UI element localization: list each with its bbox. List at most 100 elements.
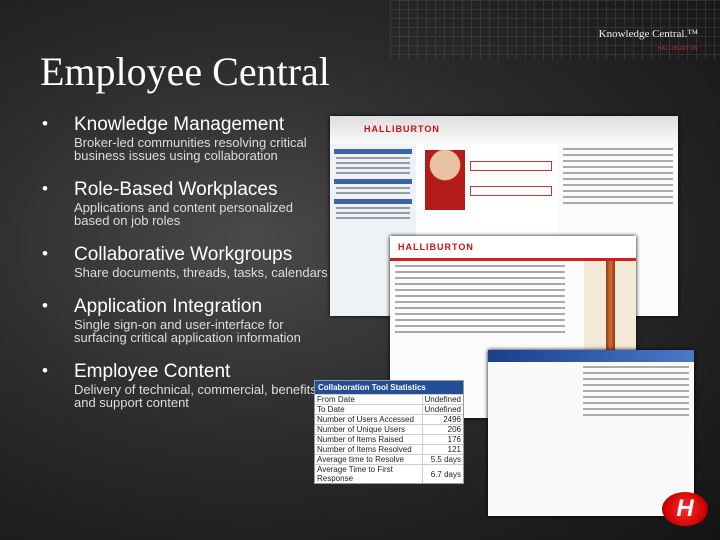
table-row: Average time to Resolve 5.5 days <box>315 454 463 465</box>
document-logo: HALLIBURTON <box>398 242 474 252</box>
collaboration-body <box>488 366 694 416</box>
text-line <box>336 157 410 159</box>
halliburton-logo-icon: H <box>662 492 708 526</box>
stats-caption: Collaboration Tool Statistics <box>315 381 463 394</box>
text-line <box>336 212 410 214</box>
document-header: HALLIBURTON <box>390 236 636 261</box>
table-row: Number of Users Accessed 2496 <box>315 414 463 425</box>
bullet-item: Application Integration Single sign-on a… <box>40 296 330 344</box>
bullet-item: Knowledge Management Broker-led communit… <box>40 114 330 162</box>
stat-value: 6.7 days <box>421 464 463 483</box>
portal-header: HALLIBURTON <box>330 116 678 144</box>
collaboration-stats-table: Collaboration Tool Statistics From Date U… <box>314 380 464 484</box>
text-line <box>583 408 689 410</box>
stat-label: Number of Unique Users <box>315 424 423 435</box>
text-line <box>563 166 673 168</box>
stat-label: Number of Items Resolved <box>315 444 423 455</box>
text-line <box>336 167 410 169</box>
text-line <box>395 277 565 279</box>
text-line <box>336 162 410 164</box>
text-line <box>583 396 689 398</box>
collaboration-header <box>488 350 694 362</box>
text-line <box>563 160 673 162</box>
stat-label: Average Time to First Response <box>315 464 423 483</box>
text-line <box>583 366 689 368</box>
stat-label: From Date <box>315 394 423 405</box>
panel-bar <box>334 179 412 184</box>
stat-value: 5.5 days <box>421 454 463 465</box>
text-line <box>563 148 673 150</box>
text-line <box>583 414 689 416</box>
bullet-subtext: Delivery of technical, commercial, benef… <box>74 382 317 410</box>
panel-bar <box>334 199 412 204</box>
stat-value: 206 <box>421 424 463 435</box>
text-line <box>563 202 673 204</box>
highlight-box <box>470 186 552 196</box>
bullet-heading: Role-Based Workplaces <box>74 179 278 200</box>
brand-sub: HALLIBURTON <box>657 46 698 52</box>
text-line <box>563 190 673 192</box>
text-line <box>336 187 410 189</box>
bullet-subtext: Broker-led communities resolving critica… <box>74 135 307 163</box>
stat-value: 121 <box>421 444 463 455</box>
text-line <box>395 313 565 315</box>
stat-value: 176 <box>421 434 463 445</box>
text-line <box>395 325 565 327</box>
text-line <box>395 301 565 303</box>
table-row: Number of Items Resolved 121 <box>315 444 463 455</box>
text-line <box>336 192 410 194</box>
stat-label: Number of Items Raised <box>315 434 423 445</box>
text-line <box>563 172 673 174</box>
bullet-subtext: Applications and content personalized ba… <box>74 200 293 228</box>
text-line <box>395 271 565 273</box>
text-line <box>563 184 673 186</box>
text-line <box>563 178 673 180</box>
table-row: To Date Undefined <box>315 404 463 415</box>
bullet-subtext: Share documents, threads, tasks, calenda… <box>74 265 328 280</box>
text-line <box>563 154 673 156</box>
text-line <box>336 217 410 219</box>
slide-title: Employee Central <box>40 49 330 94</box>
highlight-box <box>470 161 552 171</box>
text-line <box>395 331 565 333</box>
table-row: From Date Undefined <box>315 394 463 405</box>
stat-value: Undefined <box>421 404 463 415</box>
text-line <box>336 207 410 209</box>
text-line <box>563 196 673 198</box>
text-line <box>395 289 565 291</box>
table-row: Number of Items Raised 176 <box>315 434 463 445</box>
text-line <box>336 172 410 174</box>
portal-logo: HALLIBURTON <box>364 124 440 134</box>
bullet-item: Employee Content Delivery of technical, … <box>40 361 330 409</box>
text-line <box>395 319 565 321</box>
text-line <box>395 295 565 297</box>
text-line <box>583 402 689 404</box>
logo-letter: H <box>676 495 694 522</box>
brand-block: Knowledge Central.™ HALLIBURTON <box>599 28 698 52</box>
text-line <box>583 384 689 386</box>
stat-label: Average time to Resolve <box>315 454 423 465</box>
collaboration-screenshot <box>488 350 694 516</box>
text-line <box>395 307 565 309</box>
text-line <box>583 378 689 380</box>
bullet-item: Collaborative Workgroups Share documents… <box>40 244 330 279</box>
text-line <box>583 390 689 392</box>
text-line <box>395 265 565 267</box>
employee-photo <box>425 150 465 210</box>
document-body <box>390 265 570 333</box>
bullet-subtext: Single sign-on and user-interface for su… <box>74 317 301 345</box>
stat-value: 2496 <box>421 414 463 425</box>
table-row: Average Time to First Response 6.7 days <box>315 464 463 483</box>
table-row: Number of Unique Users 206 <box>315 424 463 435</box>
stat-label: Number of Users Accessed <box>315 414 423 425</box>
stats-grid: From Date Undefined To Date Undefined Numb… <box>315 394 463 483</box>
bullet-heading: Application Integration <box>74 296 263 317</box>
bullet-heading: Knowledge Management <box>74 114 285 135</box>
bullet-item: Role-Based Workplaces Applications and c… <box>40 179 330 227</box>
bullet-heading: Collaborative Workgroups <box>74 244 293 265</box>
brand-name: Knowledge Central.™ <box>598 28 698 40</box>
bullet-heading: Employee Content <box>74 361 231 382</box>
text-line <box>395 283 565 285</box>
stat-value: Undefined <box>421 394 463 405</box>
text-line <box>583 372 689 374</box>
